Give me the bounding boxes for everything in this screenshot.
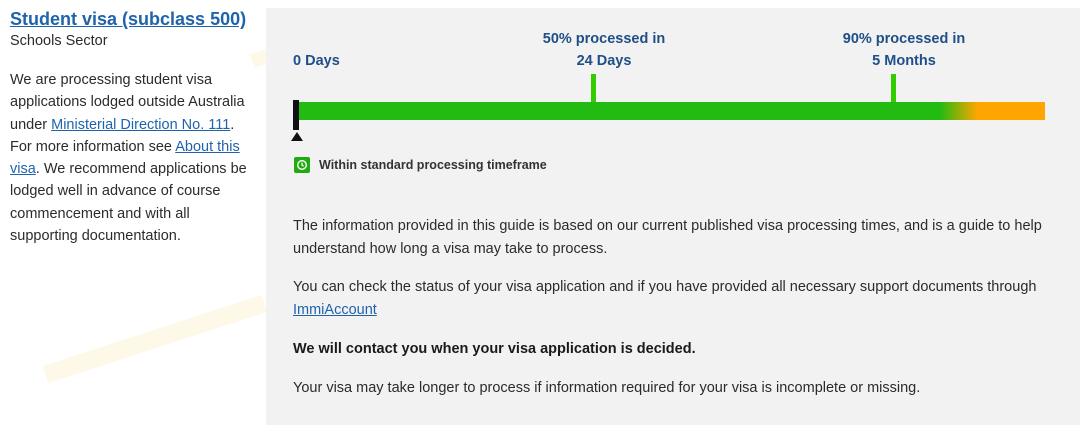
ministerial-direction-link[interactable]: Ministerial Direction No. 111	[51, 117, 230, 133]
info-paragraph: The information provided in this guide i…	[293, 218, 1042, 257]
milestone-90: 90% processed in 5 Months	[814, 28, 994, 72]
visa-title-link[interactable]: Student visa (subclass 500)	[10, 8, 250, 30]
milestone-50: 50% processed in 24 Days	[514, 28, 694, 72]
milestone-50-line2: 24 Days	[576, 53, 632, 69]
milestone-50-line1: 50% processed in	[542, 31, 666, 47]
current-position-marker	[293, 100, 299, 130]
processing-panel: 0 Days 50% processed in 24 Days 90% proc…	[266, 8, 1080, 425]
clock-icon	[294, 157, 310, 173]
watermark-stripe	[42, 294, 268, 384]
contact-notice: We will contact you when your visa appli…	[293, 341, 696, 357]
processing-timeline-bar	[294, 102, 1045, 120]
milestone-90-line1: 90% processed in	[842, 31, 966, 47]
position-pointer-icon	[291, 132, 303, 141]
visa-summary: Student visa (subclass 500) Schools Sect…	[10, 8, 250, 247]
delay-notice: Your visa may take longer to process if …	[293, 380, 921, 396]
info-paragraph-immiaccount: You can check the status of your visa ap…	[293, 276, 1053, 321]
visa-description: We are processing student visa applicati…	[10, 69, 250, 247]
status-text: Within standard processing timeframe	[319, 158, 547, 172]
milestone-50-tick	[591, 74, 596, 102]
milestone-90-line2: 5 Months	[872, 53, 936, 69]
start-label: 0 Days	[293, 53, 340, 69]
immiaccount-link[interactable]: ImmiAccount	[293, 302, 377, 318]
info-text: You can check the status of your visa ap…	[293, 279, 1037, 295]
sector-label: Schools Sector	[10, 33, 108, 49]
status-row: Within standard processing timeframe	[294, 156, 547, 174]
desc-text: . We recommend applications be lodged we…	[10, 161, 247, 245]
milestone-90-tick	[891, 74, 896, 102]
